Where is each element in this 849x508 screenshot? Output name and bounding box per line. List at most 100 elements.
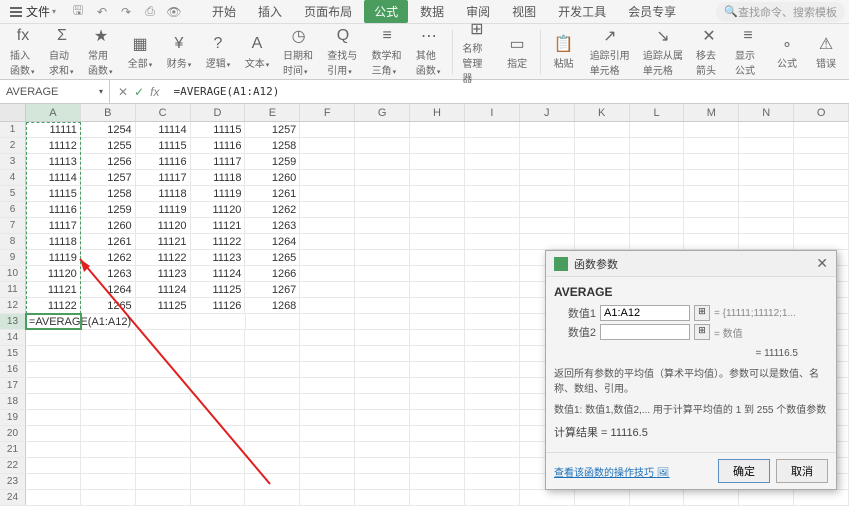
cell[interactable] (355, 426, 410, 441)
cell[interactable]: 11116 (191, 138, 246, 153)
cell[interactable]: 1257 (81, 170, 136, 185)
cell[interactable] (794, 202, 849, 217)
cell[interactable] (794, 490, 849, 505)
cell[interactable] (245, 474, 300, 489)
cell[interactable] (739, 186, 794, 201)
ribbon-财务[interactable]: ¥财务▾ (160, 32, 198, 72)
cell[interactable] (575, 218, 630, 233)
cell[interactable]: 11118 (26, 234, 81, 249)
cell[interactable] (410, 298, 465, 313)
cell[interactable] (794, 186, 849, 201)
tab-页面布局[interactable]: 页面布局 (294, 0, 362, 23)
cell[interactable] (300, 362, 355, 377)
cell[interactable] (355, 474, 410, 489)
cell[interactable] (136, 346, 191, 361)
ribbon-错误[interactable]: ⚠错误 (807, 32, 845, 72)
cell[interactable] (739, 490, 794, 505)
cell[interactable] (465, 394, 520, 409)
ribbon-逻辑[interactable]: ?逻辑▾ (199, 32, 237, 72)
cell[interactable] (410, 378, 465, 393)
help-link[interactable]: 查看该函数的操作技巧 🖼 (554, 464, 669, 479)
cell[interactable] (630, 218, 685, 233)
cell[interactable] (575, 490, 630, 505)
cell[interactable]: 1254 (81, 122, 136, 137)
ribbon-粘贴[interactable]: 📋粘贴 (545, 32, 583, 72)
cell[interactable] (300, 282, 355, 297)
cell[interactable] (81, 426, 136, 441)
row-header-7[interactable]: 7 (0, 218, 26, 233)
row-header-11[interactable]: 11 (0, 282, 26, 297)
cell[interactable]: 11126 (191, 298, 246, 313)
cell[interactable] (575, 122, 630, 137)
cell[interactable] (410, 250, 465, 265)
col-header-F[interactable]: F (300, 104, 355, 121)
cell[interactable] (410, 170, 465, 185)
cell[interactable] (410, 202, 465, 217)
cell[interactable] (410, 186, 465, 201)
cell[interactable] (465, 250, 520, 265)
cell[interactable] (630, 154, 685, 169)
range-picker-icon[interactable]: ⊞ (694, 305, 710, 321)
cell[interactable] (794, 154, 849, 169)
row-header-24[interactable]: 24 (0, 490, 26, 505)
cell[interactable]: 1257 (245, 122, 300, 137)
ribbon-追踪从属单元格[interactable]: ↘追踪从属单元格 (637, 24, 689, 79)
cell[interactable] (465, 234, 520, 249)
cell[interactable] (191, 394, 246, 409)
cell[interactable] (191, 490, 246, 505)
cell[interactable] (300, 346, 355, 361)
cell[interactable] (410, 154, 465, 169)
cell[interactable] (81, 330, 136, 345)
cell[interactable] (191, 442, 246, 457)
cell[interactable] (26, 410, 81, 425)
cell[interactable] (26, 378, 81, 393)
cell[interactable]: 11123 (136, 266, 191, 281)
cell[interactable]: 1259 (245, 154, 300, 169)
cell[interactable] (575, 170, 630, 185)
cell[interactable]: 11121 (191, 218, 246, 233)
cell[interactable] (465, 186, 520, 201)
cell[interactable] (575, 154, 630, 169)
cell[interactable] (300, 234, 355, 249)
cell[interactable] (410, 426, 465, 441)
cell[interactable] (410, 362, 465, 377)
cell[interactable] (245, 346, 300, 361)
cell[interactable] (245, 394, 300, 409)
cell[interactable]: 1258 (245, 138, 300, 153)
cell[interactable] (520, 138, 575, 153)
cell[interactable] (245, 410, 300, 425)
cell[interactable] (355, 250, 410, 265)
cell[interactable]: 1258 (81, 186, 136, 201)
cell[interactable] (465, 378, 520, 393)
row-header-15[interactable]: 15 (0, 346, 26, 361)
cell[interactable] (300, 138, 355, 153)
cell[interactable]: 11122 (191, 234, 246, 249)
cell[interactable] (355, 186, 410, 201)
cell[interactable] (465, 314, 520, 329)
cell[interactable]: 11116 (26, 202, 81, 217)
cell[interactable] (465, 442, 520, 457)
cell[interactable] (245, 458, 300, 473)
row-header-16[interactable]: 16 (0, 362, 26, 377)
cell[interactable] (300, 154, 355, 169)
cell[interactable] (355, 442, 410, 457)
cell[interactable] (794, 170, 849, 185)
cell[interactable] (465, 426, 520, 441)
row-header-9[interactable]: 9 (0, 250, 26, 265)
cell[interactable] (191, 362, 246, 377)
cell[interactable] (465, 490, 520, 505)
cell[interactable] (520, 490, 575, 505)
ribbon-文本[interactable]: A文本▾ (238, 32, 276, 72)
ribbon-查找与引用[interactable]: Q查找与引用▾ (321, 24, 364, 79)
cell[interactable]: 1265 (245, 250, 300, 265)
cell[interactable] (355, 138, 410, 153)
col-header-H[interactable]: H (410, 104, 465, 121)
cell[interactable]: 1260 (245, 170, 300, 185)
cell[interactable] (26, 490, 81, 505)
search-box[interactable]: 🔍 查找命令、搜索模板 (716, 2, 845, 22)
cell[interactable] (355, 394, 410, 409)
col-header-A[interactable]: A (26, 104, 81, 121)
cell[interactable] (355, 170, 410, 185)
row-header-20[interactable]: 20 (0, 426, 26, 441)
cell[interactable] (355, 234, 410, 249)
